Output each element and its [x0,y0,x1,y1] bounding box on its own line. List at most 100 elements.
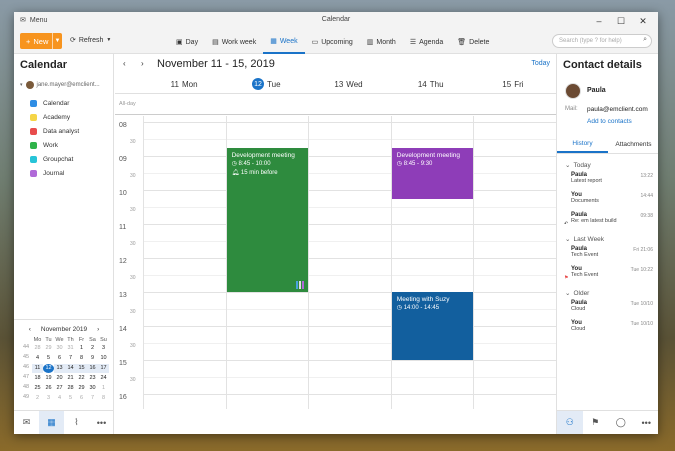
view-work-week-button[interactable]: ▤ Work week [205,30,263,54]
day-header-mon[interactable]: 11 Mon [143,76,225,92]
mini-calendar-day[interactable]: 31 [65,344,76,353]
view-week-button[interactable]: ▦ Week [263,30,305,54]
maximize-icon[interactable]: ☐ [610,12,632,30]
history-item[interactable]: Paula Tech Event Fri 21:06 [557,246,658,266]
mini-calendar-day[interactable]: 18 [32,374,43,383]
mini-calendar-day[interactable]: 5 [65,394,76,403]
history-item[interactable]: Paula Latest report 13:22 [557,172,658,192]
view-upcoming-button[interactable]: ▭ Upcoming [305,30,360,54]
chevron-down-icon[interactable]: ▼ [52,33,62,49]
all-day-row[interactable]: All-day [115,93,556,115]
more-icon[interactable]: ••• [89,411,114,434]
mini-calendar-day[interactable]: 14 [65,364,76,373]
day-header-fri[interactable]: 15 Fri [472,76,554,92]
mini-calendar-day[interactable]: 10 [98,354,109,363]
contact-email[interactable]: paula@emclient.com [587,106,648,113]
mini-calendar-day[interactable]: 1 [98,384,109,393]
mini-calendar-day[interactable]: 30 [87,384,98,393]
day-header-wed[interactable]: 13 Wed [307,76,389,92]
mini-calendar-day[interactable]: 6 [54,354,65,363]
tab-history[interactable]: History [557,136,608,153]
mini-calendar-day[interactable]: 12 [43,364,54,373]
history-item[interactable]: Paula Cloud Tue 10/10 [557,300,658,320]
chevron-right-icon[interactable]: › [141,59,144,68]
mini-calendar-day[interactable]: 21 [65,374,76,383]
paperclip-icon[interactable]: ⌇ [64,411,89,434]
calendar-icon[interactable]: ▦ [39,411,64,434]
day-header-tue[interactable]: 12 Tue [225,76,307,92]
person-icon[interactable]: ⚇ [557,411,583,434]
mini-calendar-day[interactable]: 13 [54,364,65,373]
sidebar-item-data-analyst[interactable]: Data analyst [30,124,79,138]
history-group-today[interactable]: ⌄ Today [557,158,658,172]
menu-button[interactable]: ✉ Menu [20,16,47,25]
mini-calendar-day[interactable]: 4 [32,354,43,363]
mini-calendar-day[interactable]: 4 [54,394,65,403]
history-item[interactable]: You Tech Event Tue 10:22 ⚑ [557,266,658,286]
mini-calendar-day[interactable]: 3 [98,344,109,353]
day-header-thu[interactable]: 14 Thu [390,76,472,92]
mini-calendar-day[interactable]: 16 [87,364,98,373]
mini-calendar-day[interactable]: 28 [32,344,43,353]
sidebar-item-journal[interactable]: Journal [30,166,79,180]
close-icon[interactable]: ✕ [632,12,654,30]
history-group-older[interactable]: ⌄ Older [557,286,658,300]
mini-calendar-day[interactable]: 15 [76,364,87,373]
mini-calendar-day[interactable]: 1 [76,344,87,353]
mini-calendar-day[interactable]: 17 [98,364,109,373]
tab-attachments[interactable]: Attachments [608,136,658,153]
history-item[interactable]: You Cloud Tue 10/10 [557,320,658,340]
mini-calendar-day[interactable]: 7 [87,394,98,403]
more-icon[interactable]: ••• [634,411,659,434]
mini-calendar-day[interactable]: 9 [87,354,98,363]
mini-calendar-day[interactable]: 29 [76,384,87,393]
mini-calendar-day[interactable]: 8 [76,354,87,363]
sidebar-item-work[interactable]: Work [30,138,79,152]
mini-calendar-day[interactable]: 5 [43,354,54,363]
search-input[interactable]: Search (type ? for help) ⌕ [552,34,652,48]
mini-calendar-day[interactable]: 26 [43,384,54,393]
view-month-button[interactable]: ▥ Month [360,30,403,54]
history-item[interactable]: Paula Re: em latest build 09:38 ↶ [557,212,658,232]
mini-calendar-day[interactable]: 24 [98,374,109,383]
calendar-event[interactable]: Development meeting ◷ 8:45 - 9:30 [391,147,474,199]
mini-calendar-day[interactable]: 28 [65,384,76,393]
new-button[interactable]: + New ▼ [20,33,62,49]
mini-calendar-day[interactable]: 23 [87,374,98,383]
history-item[interactable]: You Documents 14:44 [557,192,658,212]
mini-calendar-day[interactable]: 2 [32,394,43,403]
mail-icon[interactable]: ✉ [14,411,39,434]
chevron-left-icon[interactable]: ‹ [123,59,126,68]
chat-icon[interactable]: ◯ [608,411,634,434]
time-grid[interactable]: 083009301030113012301330143015301630Deve… [115,116,556,409]
mini-calendar-day[interactable]: 19 [43,374,54,383]
calendar-event[interactable]: Development meeting ◷ 8:45 - 10:00 🔔︎ 15 m… [226,147,309,292]
mini-calendar-day[interactable]: 7 [65,354,76,363]
sidebar-item-calendar[interactable]: Calendar [30,96,79,110]
mini-calendar-day[interactable]: 20 [54,374,65,383]
history-group-last-week[interactable]: ⌄ Last Week [557,232,658,246]
calendar-event[interactable]: Meeting with Suzy ◷ 14:00 - 14:45 [391,292,474,360]
today-button[interactable]: Today [531,60,550,67]
mini-calendar-day[interactable]: 3 [43,394,54,403]
mini-calendar-day[interactable]: 11 [32,364,43,373]
mini-calendar-day[interactable]: 22 [76,374,87,383]
mini-calendar-day[interactable]: 2 [87,344,98,353]
mini-calendar-day[interactable]: 25 [32,384,43,393]
mini-calendar-day[interactable]: 6 [76,394,87,403]
flag-icon[interactable]: ⚑ [583,411,609,434]
minimize-icon[interactable]: – [588,12,610,30]
add-to-contacts-link[interactable]: Add to contacts [587,118,632,125]
mini-calendar-day[interactable]: 29 [43,344,54,353]
account-item[interactable]: ▾ jane.mayer@emclient... [20,81,100,89]
mini-calendar-day[interactable]: 30 [54,344,65,353]
sidebar-item-academy[interactable]: Academy [30,110,79,124]
view-delete-button[interactable]: 🗑 Delete [450,30,496,54]
mini-calendar-day[interactable]: 8 [98,394,109,403]
mini-calendar-day[interactable]: 27 [54,384,65,393]
view-day-button[interactable]: ▣ Day [169,30,205,54]
search-icon[interactable]: ⌕ [643,36,647,44]
sidebar-item-groupchat[interactable]: Groupchat [30,152,79,166]
refresh-button[interactable]: ⟳ Refresh ▼ [70,36,111,45]
view-agenda-button[interactable]: ☰ Agenda [403,30,450,54]
